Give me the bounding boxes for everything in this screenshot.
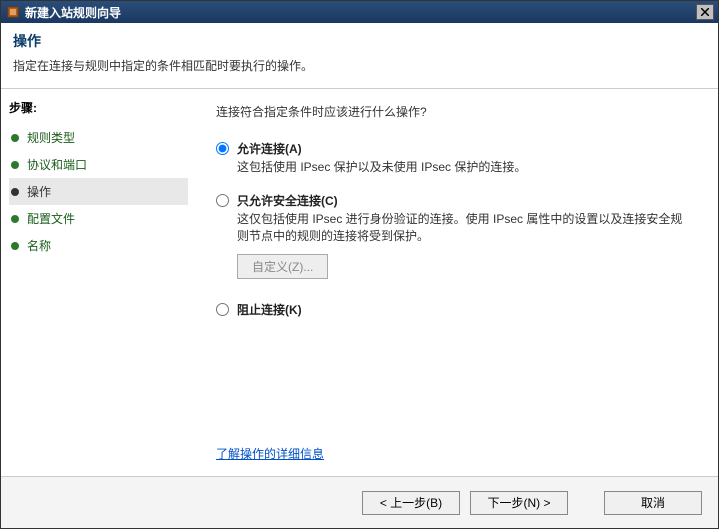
step-label: 协议和端口 [27,156,87,173]
main-panel: 连接符合指定条件时应该进行什么操作? 允许连接(A) 这包括使用 IPsec 保护… [196,89,718,476]
option-allow: 允许连接(A) 这包括使用 IPsec 保护以及未使用 IPsec 保护的连接。 [216,140,694,176]
step-label: 名称 [27,237,51,254]
titlebar: 新建入站规则向导 [1,1,718,23]
step-3[interactable]: 配置文件 [9,205,188,232]
question-text: 连接符合指定条件时应该进行什么操作? [216,103,694,120]
step-4[interactable]: 名称 [9,232,188,259]
radio-block[interactable] [216,303,229,316]
step-bullet-icon [11,215,19,223]
step-label: 规则类型 [27,129,75,146]
header: 操作 指定在连接与规则中指定的条件相匹配时要执行的操作。 [1,23,718,89]
step-1[interactable]: 协议和端口 [9,151,188,178]
page-title: 操作 [13,31,706,51]
option-row: 只允许安全连接(C) [216,192,694,209]
cancel-button[interactable]: 取消 [604,491,702,515]
customize-button: 自定义(Z)... [237,254,328,279]
option-label: 阻止连接(K) [237,301,302,318]
step-2[interactable]: 操作 [9,178,188,205]
radio-allow-secure[interactable] [216,194,229,207]
back-button[interactable]: < 上一步(B) [362,491,460,515]
step-0[interactable]: 规则类型 [9,124,188,151]
step-bullet-icon [11,188,19,196]
option-row: 允许连接(A) [216,140,694,157]
step-label: 操作 [27,183,51,200]
step-bullet-icon [11,134,19,142]
wizard-window: 新建入站规则向导 操作 指定在连接与规则中指定的条件相匹配时要执行的操作。 步骤… [0,0,719,529]
option-desc: 这仅包括使用 IPsec 进行身份验证的连接。使用 IPsec 属性中的设置以及… [237,211,694,245]
app-icon [5,4,21,20]
option-block: 阻止连接(K) [216,301,694,318]
option-desc: 这包括使用 IPsec 保护以及未使用 IPsec 保护的连接。 [237,159,694,176]
option-row: 阻止连接(K) [216,301,694,318]
close-button[interactable] [696,4,714,20]
step-bullet-icon [11,242,19,250]
sidebar-title: 步骤: [9,99,188,116]
option-allow-secure: 只允许安全连接(C) 这仅包括使用 IPsec 进行身份验证的连接。使用 IPse… [216,192,694,286]
next-button[interactable]: 下一步(N) > [470,491,568,515]
body: 步骤: 规则类型协议和端口操作配置文件名称 连接符合指定条件时应该进行什么操作?… [1,89,718,476]
option-label: 只允许安全连接(C) [237,192,338,209]
learn-more-link[interactable]: 了解操作的详细信息 [216,445,324,462]
step-bullet-icon [11,161,19,169]
step-label: 配置文件 [27,210,75,227]
radio-allow[interactable] [216,142,229,155]
sidebar: 步骤: 规则类型协议和端口操作配置文件名称 [1,89,196,476]
window-title: 新建入站规则向导 [25,4,696,21]
footer: < 上一步(B) 下一步(N) > 取消 [1,476,718,528]
page-subtitle: 指定在连接与规则中指定的条件相匹配时要执行的操作。 [13,57,706,74]
option-label: 允许连接(A) [237,140,302,157]
